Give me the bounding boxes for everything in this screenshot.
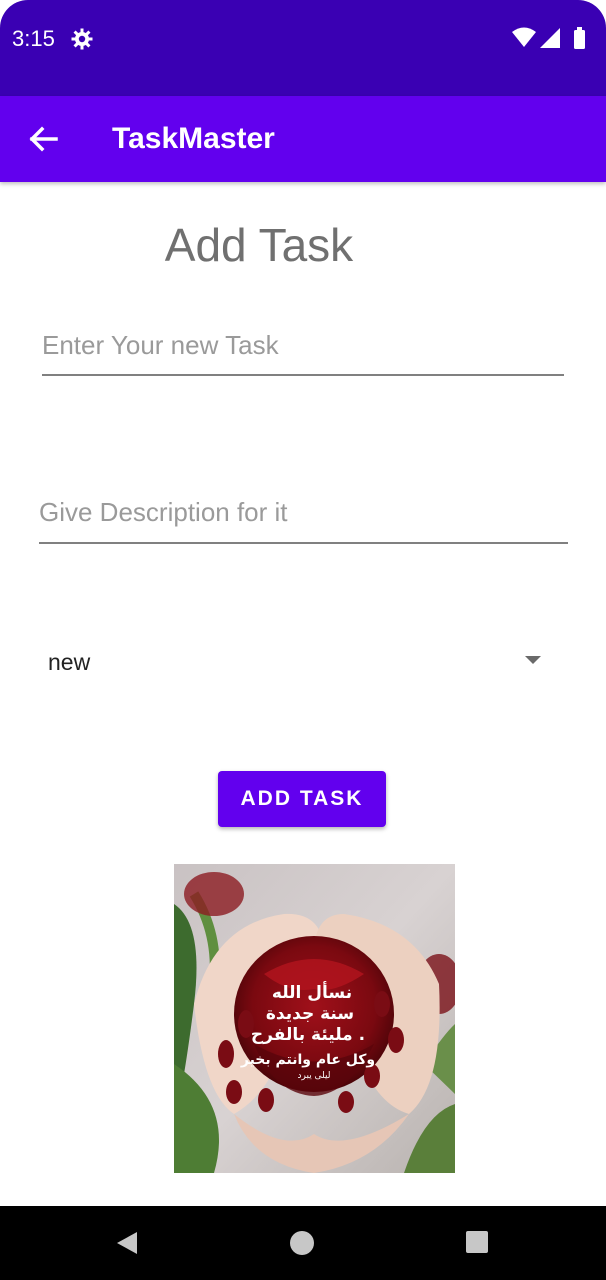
arrow-back-icon[interactable] <box>26 123 60 155</box>
status-spinner[interactable]: new <box>36 636 566 686</box>
status-time: 3:15 <box>12 26 55 51</box>
wifi-icon <box>512 27 536 47</box>
app-title: TaskMaster <box>112 122 275 155</box>
description-placeholder: Give Description for it <box>39 497 288 527</box>
description-field[interactable]: Give Description for it <box>39 488 568 544</box>
nav-recents-icon[interactable] <box>466 1231 488 1253</box>
nav-back-icon[interactable] <box>115 1231 139 1255</box>
status-icons <box>512 27 585 49</box>
task-image: نسأل الله سنة جديدة مليئة بالفرح . وكل ع… <box>174 864 455 1173</box>
image-text-line-2: سنة جديدة <box>266 1004 354 1024</box>
image-text-line-4: وكل عام وانتم بخير <box>240 1052 375 1068</box>
image-text-line-5: ليلى يبرد <box>298 1071 331 1081</box>
image-text-line-3: مليئة بالفرح . <box>251 1025 365 1045</box>
image-text-line-1: نسأل الله <box>272 981 352 1003</box>
task-name-placeholder: Enter Your new Task <box>42 330 279 360</box>
signal-icon <box>540 28 560 48</box>
battery-icon <box>574 27 585 49</box>
page-title: Add Task <box>164 219 354 271</box>
settings-icon <box>71 28 93 50</box>
task-name-field[interactable]: Enter Your new Task <box>42 320 564 376</box>
status-selected-value: new <box>48 649 91 675</box>
dropdown-arrow-icon <box>525 656 541 664</box>
app-bar: TaskMaster <box>0 96 606 182</box>
status-bar: 3:15 <box>0 0 606 96</box>
add-task-button[interactable]: ADD TASK <box>218 771 386 827</box>
nav-home-icon[interactable] <box>290 1231 314 1255</box>
